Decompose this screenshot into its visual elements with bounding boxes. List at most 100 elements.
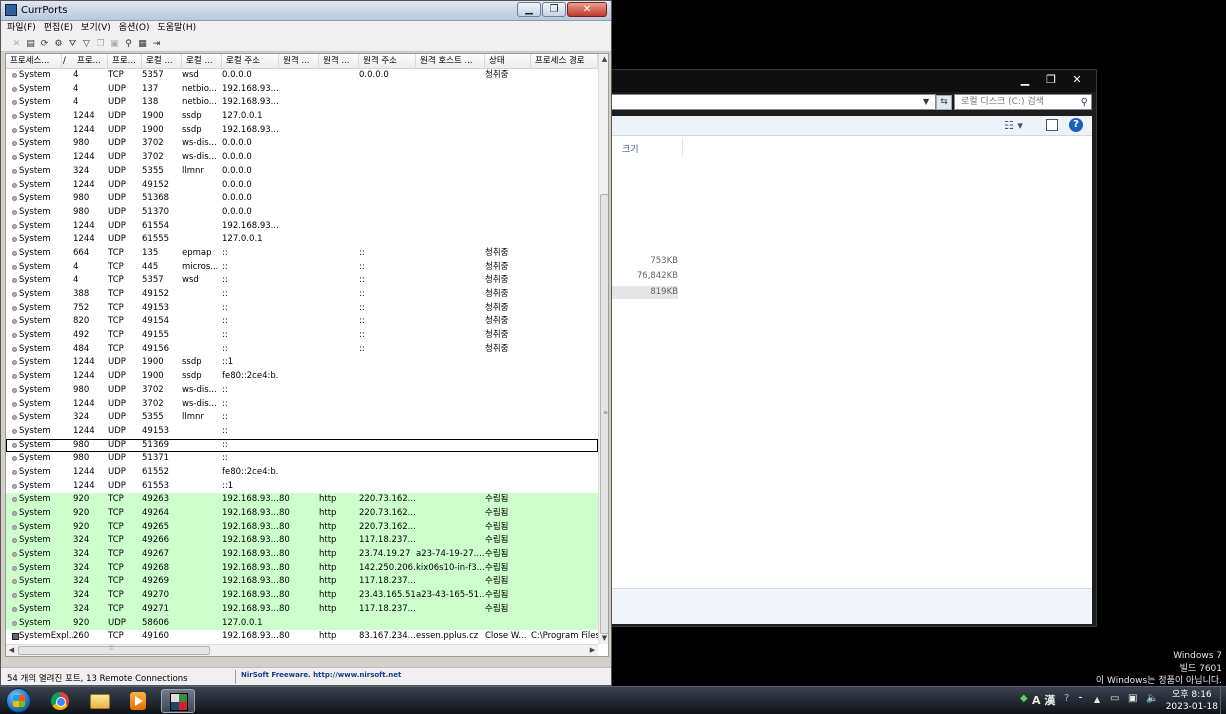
- column-header-remote-address[interactable]: 원격 주소: [359, 54, 416, 69]
- table-row[interactable]: System 920 UDP 58606 127.0.0.1: [6, 616, 598, 631]
- table-row[interactable]: System 1244 UDP 3702 ws-dis... 0.0.0.0: [6, 151, 598, 165]
- search-icon[interactable]: ⚲: [1081, 96, 1088, 110]
- column-header-remote-port[interactable]: 원격 ...: [279, 54, 319, 69]
- scroll-left-arrow[interactable]: ◀: [6, 645, 17, 656]
- table-row[interactable]: System 1244 UDP 61554 192.168.93....: [6, 220, 598, 234]
- help-icon[interactable]: ?: [1069, 118, 1083, 132]
- volume-icon[interactable]: 🔈: [1146, 693, 1158, 704]
- table-row[interactable]: System 324 TCP 49271 192.168.93.... 80 http 117…: [6, 602, 598, 617]
- explorer-close-button[interactable]: ✕: [1064, 72, 1090, 88]
- table-row[interactable]: System 980 UDP 51368 0.0.0.0: [6, 192, 598, 206]
- minimize-button[interactable]: ▁: [517, 2, 541, 17]
- refresh-icon[interactable]: ⇆: [936, 95, 952, 110]
- find-icon[interactable]: ⚲: [123, 38, 134, 50]
- titlebar[interactable]: CurrPorts ▁ ❐ ✕: [1, 1, 611, 21]
- explorer-minimize-button[interactable]: ▁: [1012, 72, 1038, 88]
- explorer-maximize-button[interactable]: ❐: [1038, 72, 1064, 88]
- network-icon[interactable]: ▣: [1128, 693, 1137, 704]
- table-row[interactable]: System 4 TCP 5357 wsd:::: 청취중: [6, 274, 598, 288]
- nirsoft-link[interactable]: NirSoft Freeware. http://www.nirsoft.net: [241, 671, 401, 679]
- taskbar-explorer[interactable]: [83, 689, 117, 713]
- table-row[interactable]: System 484 TCP 49156:::: 청취중: [6, 343, 598, 357]
- column-header-local-port-name[interactable]: 로컬 ...: [182, 54, 222, 69]
- table-row[interactable]: SystemExpl... 260 TCP 49160 192.168.93.... 80…: [6, 630, 598, 644]
- show-desktop-button[interactable]: [1220, 687, 1226, 714]
- table-row[interactable]: System 1244 UDP 49153::: [6, 425, 598, 439]
- start-button[interactable]: [6, 688, 31, 713]
- column-header-remote-host[interactable]: 원격 호스트 ...: [416, 54, 485, 69]
- view-options-icon[interactable]: ☷ ▾: [1004, 119, 1023, 132]
- table-row[interactable]: System 1244 UDP 1900 ssdp 127.0.0.1: [6, 110, 598, 124]
- options-icon[interactable]: ⚙: [53, 38, 64, 50]
- scroll-up-arrow[interactable]: ▲: [599, 54, 608, 65]
- menu-options[interactable]: 옵션(O): [119, 21, 150, 36]
- table-row[interactable]: System 4 TCP 5357 wsd 0.0.0.0 0.0.0.0 청취중: [6, 69, 598, 83]
- menu-file[interactable]: 파일(F): [7, 21, 36, 36]
- currports-window[interactable]: CurrPorts ▁ ❐ ✕ 파일(F) 편집(E) 보기(V) 옵션(O) …: [0, 0, 612, 686]
- table-row[interactable]: System 1244 UDP 1900 ssdp 192.168.93....: [6, 124, 598, 138]
- table-row[interactable]: System 324 TCP 49267 192.168.93.... 80 http 23.…: [6, 548, 598, 562]
- properties-icon[interactable]: ▣: [109, 38, 120, 50]
- ports-list[interactable]: 프로세스... / 프로... 프로... 로컬 ... 로컬 ... 로컬 주…: [5, 53, 609, 657]
- table-row[interactable]: System 980 UDP 3702 ws-dis... 0.0.0.0: [6, 137, 598, 151]
- table-row[interactable]: System 920 TCP 49264 192.168.93.... 80 http 220…: [6, 507, 598, 521]
- table-row[interactable]: System 1244 UDP 61552 fe80::2ce4:b...: [6, 466, 598, 480]
- table-row[interactable]: System 324 TCP 49268 192.168.93.... 80 http 142…: [6, 561, 598, 576]
- ime-mode[interactable]: A 漢: [1032, 692, 1055, 708]
- taskbar-media-player[interactable]: [121, 689, 155, 713]
- table-row[interactable]: System 1244 UDP 1900 ssdp::1: [6, 356, 598, 370]
- save-icon[interactable]: ▤: [25, 38, 36, 50]
- close-button[interactable]: ✕: [567, 2, 607, 17]
- table-row[interactable]: System 1244 UDP 49152 0.0.0.0: [6, 179, 598, 193]
- close-connection-icon[interactable]: ✕: [11, 38, 22, 50]
- column-header-local-port[interactable]: 로컬 ...: [142, 54, 182, 69]
- ime-options-icon[interactable]: ⁃: [1078, 693, 1083, 704]
- explorer-search-input[interactable]: 로컬 디스크 (C:) 검색 ⚲: [954, 94, 1092, 110]
- copy-icon[interactable]: ❐: [95, 38, 106, 50]
- show-hidden-icons-icon[interactable]: ▲: [1094, 695, 1100, 704]
- language-indicator-icon[interactable]: ◆: [1020, 693, 1028, 704]
- table-row[interactable]: System 1244 UDP 3702 ws-dis...::: [6, 398, 598, 412]
- table-row[interactable]: System 4 UDP 137 netbio... 192.168.93....: [6, 83, 598, 97]
- table-row[interactable]: System 1244 UDP 1900 ssdp fe80::2ce4:b...: [6, 370, 598, 384]
- explorer-address-bar[interactable]: ▼: [606, 94, 936, 110]
- exit-icon[interactable]: ⇥: [151, 38, 162, 50]
- horizontal-scroll-thumb[interactable]: ⦙⦙⦙: [18, 644, 210, 655]
- explorer-window[interactable]: ▁ ❐ ✕ ▼ ⇆ 로컬 디스크 (C:) 검색 ⚲ ☷ ▾ ? 크기 753K…: [605, 69, 1097, 627]
- table-row[interactable]: System 920 TCP 49263 192.168.93.... 80 http 220…: [6, 493, 598, 507]
- refresh-icon[interactable]: ⟳: [39, 38, 50, 50]
- table-row[interactable]: System 1244 UDP 61553::1: [6, 480, 598, 494]
- scroll-right-arrow[interactable]: ▶: [587, 645, 598, 656]
- taskbar-chrome[interactable]: [43, 689, 77, 713]
- safely-remove-icon[interactable]: ▭: [1110, 693, 1119, 704]
- column-header-protocol[interactable]: 프로...: [108, 54, 142, 69]
- table-row[interactable]: System 4 UDP 138 netbio... 192.168.93....: [6, 96, 598, 110]
- table-row[interactable]: System 324 UDP 5355 llmnr 0.0.0.0: [6, 165, 598, 179]
- column-header-state[interactable]: 상태: [485, 54, 531, 69]
- explorer-titlebar[interactable]: ▁ ❐ ✕: [606, 70, 1096, 92]
- ime-help-icon[interactable]: ?: [1064, 693, 1069, 704]
- column-header-process[interactable]: 프로세스...: [6, 54, 62, 69]
- vertical-scrollbar[interactable]: ▲ ≡ ▼: [598, 54, 608, 644]
- table-row[interactable]: System 4 TCP 445 micros...:::: 청취중: [6, 261, 598, 275]
- table-row[interactable]: System 820 TCP 49154:::: 청취중: [6, 315, 598, 329]
- filter-clear-icon[interactable]: ▽: [81, 38, 92, 50]
- taskbar-currports[interactable]: [161, 689, 195, 713]
- column-header-process-path[interactable]: 프로세스 경로: [531, 54, 598, 69]
- preview-pane-icon[interactable]: [1046, 119, 1058, 131]
- menu-help[interactable]: 도움말(H): [157, 21, 196, 36]
- table-row[interactable]: System 388 TCP 49152:::: 청취중: [6, 288, 598, 302]
- clock[interactable]: 오후 8:16 2023-01-18: [1166, 689, 1218, 713]
- table-row[interactable]: System 324 UDP 5355 llmnr::: [6, 411, 598, 425]
- table-row[interactable]: System 920 TCP 49265 192.168.93.... 80 http 220…: [6, 520, 598, 535]
- vertical-scroll-thumb[interactable]: ≡: [600, 194, 608, 634]
- table-row[interactable]: System 752 TCP 49153:::: 청취중: [6, 302, 598, 316]
- table-row[interactable]: System 980 UDP 51370 0.0.0.0: [6, 206, 598, 220]
- column-header-remote-port-name[interactable]: 원격 ...: [319, 54, 359, 69]
- menu-edit[interactable]: 편집(E): [44, 21, 73, 36]
- explorer-column-size[interactable]: 크기: [622, 142, 639, 155]
- table-row[interactable]: System 324 TCP 49270 192.168.93.... 80 http 23.…: [6, 589, 598, 603]
- table-row[interactable]: System 980 UDP 51371::: [6, 452, 598, 466]
- filter-icon[interactable]: ⛛: [67, 38, 78, 50]
- table-row[interactable]: System 980 UDP 51369::: [6, 438, 598, 453]
